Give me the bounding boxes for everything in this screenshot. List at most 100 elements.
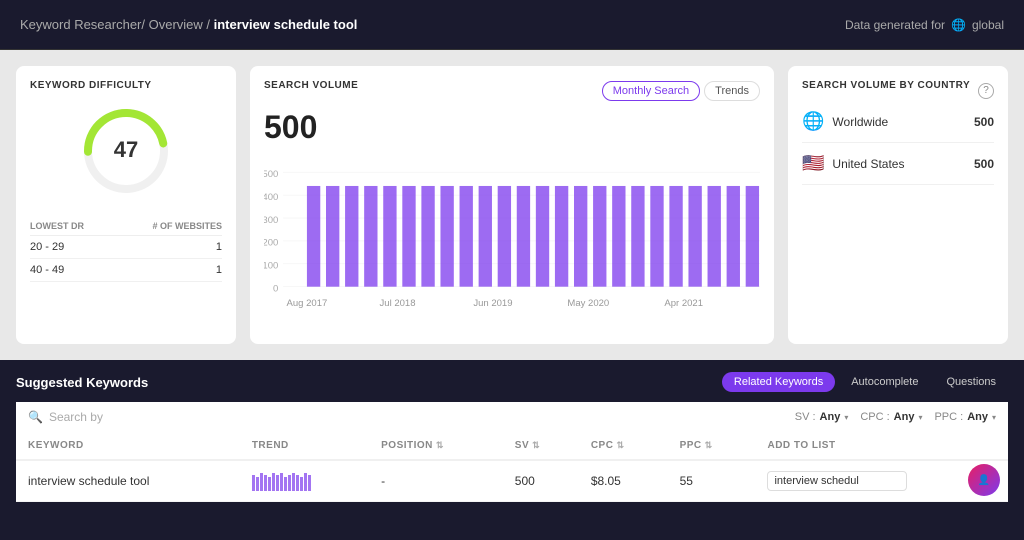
dr-table: LOWEST DR # OF WEBSITES 20 - 29140 - 491 xyxy=(30,217,222,282)
gauge-svg: 47 xyxy=(76,101,176,201)
avatar: 👤 xyxy=(968,464,1000,496)
tab-questions[interactable]: Questions xyxy=(934,372,1008,392)
cpc-cell: $8.05 xyxy=(579,460,668,502)
dr-table-row: 40 - 491 xyxy=(30,259,222,282)
svg-text:47: 47 xyxy=(114,137,138,162)
svg-text:Aug 2017: Aug 2017 xyxy=(287,298,328,309)
worldwide-label: Worldwide xyxy=(832,115,888,129)
breadcrumb: Keyword Researcher/ Overview / interview… xyxy=(20,17,357,32)
dr-table-row: 20 - 291 xyxy=(30,236,222,259)
dr-header-range: LOWEST DR xyxy=(30,217,114,236)
table-wrapper: KEYWORD TREND POSITION SV CPC PPC ADD TO… xyxy=(16,432,1008,502)
data-generated-label: Data generated for xyxy=(845,18,945,32)
dr-range: 20 - 29 xyxy=(30,236,114,259)
svg-text:Jul 2018: Jul 2018 xyxy=(380,298,416,309)
dr-range: 40 - 49 xyxy=(30,259,114,282)
main-content: KEYWORD DIFFICULTY 47 LOWEST DR # OF WEB… xyxy=(0,50,1024,360)
search-icon: 🔍 xyxy=(28,410,43,424)
us-flag-icon: 🇺🇸 xyxy=(802,153,824,174)
filter-bar: 🔍 Search by SV : Any ▾ CPC : Any ▾ PPC :… xyxy=(16,402,1008,432)
tab-related-keywords[interactable]: Related Keywords xyxy=(722,372,835,392)
svg-text:200: 200 xyxy=(264,238,278,249)
breadcrumb-keyword: interview schedule tool xyxy=(214,17,358,32)
position-cell: - xyxy=(369,460,503,502)
cpc-chevron-icon: ▾ xyxy=(918,413,922,422)
add-to-list-input[interactable] xyxy=(767,471,907,491)
dr-header-count: # OF WEBSITES xyxy=(114,217,222,236)
th-sv[interactable]: SV xyxy=(503,432,579,460)
us-value: 500 xyxy=(974,157,994,171)
svg-text:0: 0 xyxy=(273,283,278,294)
dr-count: 1 xyxy=(114,259,222,282)
sv-filter[interactable]: SV : Any ▾ xyxy=(795,411,849,423)
search-volume-card: SEARCH VOLUME Monthly Search Trends 500 … xyxy=(250,66,774,344)
th-cpc[interactable]: CPC xyxy=(579,432,668,460)
data-generated: Data generated for 🌐 global xyxy=(845,18,1004,32)
th-keyword: KEYWORD xyxy=(16,432,240,460)
gauge-container: 47 xyxy=(30,101,222,201)
country-row-worldwide: 🌐 Worldwide 500 xyxy=(802,101,994,143)
th-add-to-list: ADD TO LIST xyxy=(755,432,1008,460)
ppc-chevron-icon: ▾ xyxy=(992,413,996,422)
sk-tabs: Related Keywords Autocomplete Questions xyxy=(722,372,1008,392)
worldwide-info: 🌐 Worldwide xyxy=(802,111,888,132)
country-card: SEARCH VOLUME BY COUNTRY ? 🌐 Worldwide 5… xyxy=(788,66,1008,344)
sv-filter-label: SV : xyxy=(795,411,816,423)
cpc-filter-value: Any xyxy=(894,411,915,423)
tab-monthly-search[interactable]: Monthly Search xyxy=(602,81,700,101)
cpc-filter-label: CPC : xyxy=(860,411,889,423)
svg-text:500: 500 xyxy=(264,169,278,180)
dr-count: 1 xyxy=(114,236,222,259)
svg-text:400: 400 xyxy=(264,192,278,203)
table-row: interview schedule tool - 500 $8.05 55 xyxy=(16,460,1008,502)
data-generated-region: global xyxy=(972,18,1004,32)
worldwide-value: 500 xyxy=(974,115,994,129)
filter-controls: SV : Any ▾ CPC : Any ▾ PPC : Any ▾ xyxy=(795,411,996,423)
th-trend: TREND xyxy=(240,432,369,460)
us-label: United States xyxy=(832,157,904,171)
breadcrumb-prefix: Keyword Researcher/ Overview / xyxy=(20,17,214,32)
svg-text:Apr 2021: Apr 2021 xyxy=(664,298,703,309)
chart-area: 500 400 300 200 100 0 Aug 2017 Jul 2018 Jun 2019… xyxy=(264,154,760,330)
kd-title: KEYWORD DIFFICULTY xyxy=(30,80,222,91)
sv-chevron-icon: ▾ xyxy=(844,413,848,422)
cpc-filter[interactable]: CPC : Any ▾ xyxy=(860,411,922,423)
sv-title: SEARCH VOLUME xyxy=(264,80,358,91)
globe-flag-icon: 🌐 xyxy=(802,111,824,132)
bottom-section: Suggested Keywords Related Keywords Auto… xyxy=(0,360,1024,502)
svg-text:300: 300 xyxy=(264,215,278,226)
svg-text:Jun 2019: Jun 2019 xyxy=(473,298,512,309)
ppc-filter[interactable]: PPC : Any ▾ xyxy=(934,411,996,423)
th-position[interactable]: POSITION xyxy=(369,432,503,460)
search-box: 🔍 Search by xyxy=(28,410,795,424)
country-title: SEARCH VOLUME BY COUNTRY xyxy=(802,80,970,91)
suggested-keywords-header: Suggested Keywords Related Keywords Auto… xyxy=(16,372,1008,392)
country-card-header: SEARCH VOLUME BY COUNTRY ? xyxy=(802,80,994,101)
us-info: 🇺🇸 United States xyxy=(802,153,904,174)
trend-cell xyxy=(240,460,369,502)
keyword-cell: interview schedule tool xyxy=(16,460,240,502)
country-row-us: 🇺🇸 United States 500 xyxy=(802,143,994,185)
ppc-filter-label: PPC : xyxy=(934,411,963,423)
tab-autocomplete[interactable]: Autocomplete xyxy=(839,372,930,392)
sv-number: 500 xyxy=(264,109,760,146)
sv-header: SEARCH VOLUME Monthly Search Trends xyxy=(264,80,760,101)
tab-trends[interactable]: Trends xyxy=(704,81,760,101)
ppc-cell: 55 xyxy=(668,460,756,502)
svg-text:May 2020: May 2020 xyxy=(567,298,609,309)
ppc-filter-value: Any xyxy=(967,411,988,423)
th-ppc[interactable]: PPC xyxy=(668,432,756,460)
sk-title: Suggested Keywords xyxy=(16,375,148,390)
svg-text:100: 100 xyxy=(264,261,278,272)
keyword-table: KEYWORD TREND POSITION SV CPC PPC ADD TO… xyxy=(16,432,1008,502)
sv-cell: 500 xyxy=(503,460,579,502)
sv-filter-value: Any xyxy=(820,411,841,423)
globe-icon: 🌐 xyxy=(951,18,966,32)
top-bar: Keyword Researcher/ Overview / interview… xyxy=(0,0,1024,50)
sv-tabs: Monthly Search Trends xyxy=(602,81,760,101)
help-icon[interactable]: ? xyxy=(978,83,994,99)
keyword-difficulty-card: KEYWORD DIFFICULTY 47 LOWEST DR # OF WEB… xyxy=(16,66,236,344)
search-placeholder: Search by xyxy=(49,410,103,424)
chart-svg: 500 400 300 200 100 0 Aug 2017 Jul 2018 Jun 2019… xyxy=(264,154,760,324)
table-header-row: KEYWORD TREND POSITION SV CPC PPC ADD TO… xyxy=(16,432,1008,460)
